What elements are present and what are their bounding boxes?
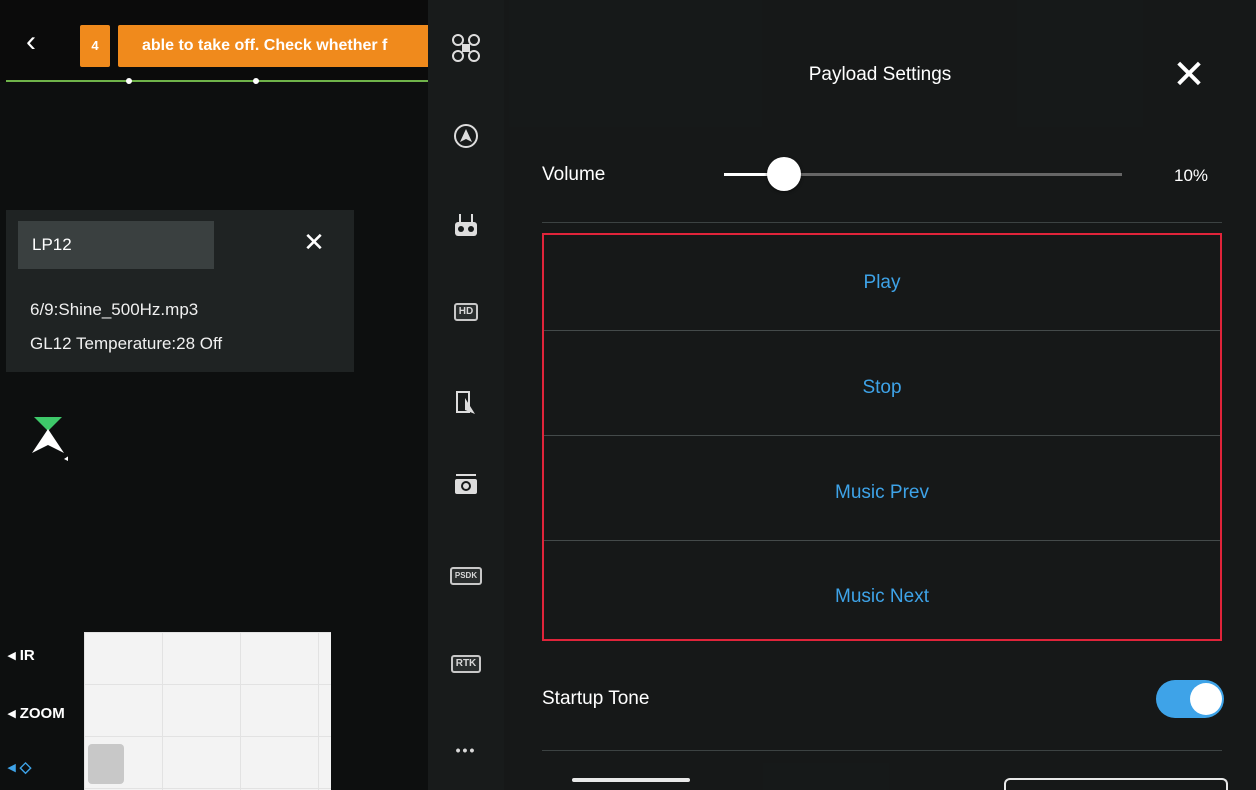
volume-slider-handle[interactable] bbox=[766, 157, 801, 191]
back-icon[interactable]: ‹ bbox=[26, 27, 50, 57]
divider bbox=[544, 330, 1220, 331]
minimap[interactable] bbox=[84, 632, 331, 790]
bottom-button[interactable] bbox=[1004, 778, 1228, 790]
ir-mode-label[interactable]: ◂ IR bbox=[8, 646, 35, 664]
zoom-mode-label[interactable]: ◂ ZOOM bbox=[8, 704, 65, 722]
drone-icon[interactable] bbox=[446, 28, 486, 68]
side-toolbar: HD PSDK RTK ••• bbox=[428, 0, 504, 790]
startup-tone-toggle[interactable] bbox=[1156, 680, 1224, 718]
divider bbox=[542, 750, 1222, 751]
close-icon[interactable]: ✕ bbox=[302, 229, 326, 255]
warning-message[interactable]: able to take off. Check whether f bbox=[118, 25, 428, 67]
signal-line bbox=[6, 80, 428, 82]
temperature-info: GL12 Temperature:28 Off bbox=[30, 334, 223, 353]
payload-settings-panel: Payload Settings ✕ Volume 10% Play Stop … bbox=[504, 0, 1256, 790]
close-icon[interactable]: ✕ bbox=[1172, 55, 1206, 95]
hd-icon[interactable]: HD bbox=[446, 292, 486, 332]
warning-count-badge[interactable]: 4 bbox=[80, 25, 110, 67]
panel-title: Payload Settings bbox=[808, 64, 952, 85]
app-screen: ‹ 4 able to take off. Check whether f LP… bbox=[0, 0, 1256, 790]
more-icon[interactable]: ••• bbox=[446, 730, 486, 770]
music-prev-button[interactable]: Music Prev bbox=[544, 445, 1220, 549]
volume-value: 10% bbox=[1174, 166, 1209, 185]
minimap-expand-icon[interactable] bbox=[88, 744, 124, 784]
camera-icon[interactable] bbox=[446, 464, 486, 504]
track-info: 6/9:Shine_500Hz.mp3 bbox=[30, 300, 199, 319]
stop-button[interactable]: Stop bbox=[544, 340, 1220, 444]
payload-tab[interactable]: LP12 bbox=[18, 221, 214, 269]
divider bbox=[544, 435, 1220, 436]
rtk-icon[interactable]: RTK bbox=[446, 644, 486, 684]
payload-info-panel: LP12 ✕ 6/9:Shine_500Hz.mp3 GL12 Temperat… bbox=[6, 210, 354, 372]
divider bbox=[544, 540, 1220, 541]
toggle-knob bbox=[1190, 683, 1222, 715]
divider bbox=[542, 222, 1222, 223]
startup-tone-label: Startup Tone bbox=[542, 688, 650, 709]
signal-marker bbox=[126, 78, 132, 84]
home-indicator[interactable] bbox=[572, 778, 690, 782]
top-bar: ‹ 4 able to take off. Check whether f bbox=[0, 0, 428, 82]
autopilot-icon[interactable] bbox=[446, 116, 486, 156]
flight-route-icon[interactable] bbox=[446, 382, 486, 422]
playback-controls: Play Stop Music Prev Music Next bbox=[542, 233, 1222, 641]
play-button[interactable]: Play bbox=[544, 235, 1220, 339]
wide-mode-icon[interactable]: ◂ ◇ bbox=[8, 758, 31, 776]
psdk-icon[interactable]: PSDK bbox=[446, 556, 486, 596]
signal-marker bbox=[253, 78, 259, 84]
camera-view: ‹ 4 able to take off. Check whether f LP… bbox=[0, 0, 428, 790]
remote-controller-icon[interactable] bbox=[446, 206, 486, 246]
aircraft-heading-icon bbox=[32, 417, 68, 461]
music-next-button[interactable]: Music Next bbox=[544, 549, 1220, 653]
volume-label: Volume bbox=[542, 164, 606, 185]
